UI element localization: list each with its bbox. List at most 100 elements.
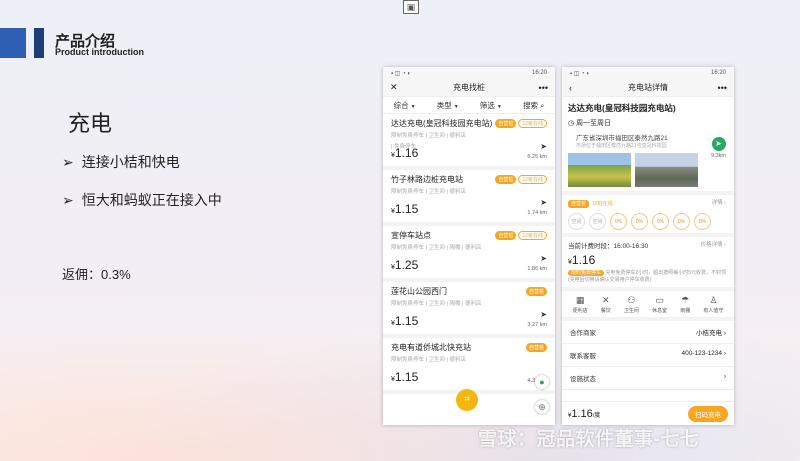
arrow-bullet-icon: ➢ (62, 154, 74, 170)
station-distance[interactable]: ➤ 1.74 km (527, 198, 547, 216)
station-price: ¥1.25 (391, 258, 419, 272)
search-icon: ⌕ (540, 100, 545, 110)
phone-screen-station-detail: ▪ ◫ ◔ ◐ 16:20 ‹ 充电站详情 ••• 达达充电(皇冠科技园充电站)… (562, 67, 734, 425)
station-item[interactable]: 充电有道侨城北快充站 自营桩 限制免费停车 | 卫生间 | 便利店 ¥1.15 … (383, 338, 555, 394)
back-icon[interactable]: ‹ (569, 83, 572, 93)
station-distance[interactable]: ➤ 3.27 km (527, 310, 547, 328)
more-icon[interactable]: ••• (718, 83, 727, 93)
rebate-text: 返佣：0.3% (62, 267, 131, 282)
chevron-down-icon: ▼ (496, 103, 502, 110)
slide-main-title: 充电 (68, 111, 113, 136)
parking-notice: 限时免费停车 充电免费停车2小时，超出按照每小时5元收费，不封顶 (充电后切换请… (568, 270, 726, 283)
locate-icon[interactable]: ⊕ (535, 400, 549, 414)
header-accent-bar (34, 28, 44, 58)
pile-status: 空闲 (589, 213, 606, 230)
navigation-arrow-icon: ➤ (540, 310, 547, 319)
current-price: ¥1.16 (568, 253, 596, 267)
status-time: 16:20 (710, 70, 726, 76)
station-photo[interactable] (635, 153, 698, 187)
station-badges: 自营桩 12桩在线 (495, 119, 547, 128)
station-price: ¥1.15 (391, 314, 419, 328)
navigation-arrow-icon: ➤ (540, 254, 547, 263)
station-item[interactable]: 莲花山公园西门 自营桩 限制免费停车 | 卫生间 | 隔楼 | 便利店 ¥1.1… (383, 282, 555, 338)
bullet-item: ➢ 恒大和蚂蚁正在接入中 (62, 192, 222, 208)
filter-sort[interactable]: 综合 ▼ (394, 100, 416, 111)
station-price: ¥1.15 (391, 370, 419, 384)
station-address: 广东省深圳市福田区泰然九路21 市场位于福田区泰然九路21号皇冠科技园 (576, 135, 668, 149)
station-name: 达达充电(皇冠科技园充电站) (568, 103, 676, 113)
partner-row[interactable]: 合作商家 小桔充电 › (562, 321, 734, 344)
opening-hours: ◷ 周一至周日 (568, 120, 612, 127)
amenities: ▦ 便利店 ✕ 餐饮 ⚇ 卫生间 ▭ 休息室 ☂ 雨棚 ♙ 有人值守 (562, 291, 734, 317)
station-distance[interactable]: ➤ 1.86 km (527, 254, 547, 272)
map-pin-icon: ➤ (711, 137, 726, 151)
nav-bar: ‹ 充电站详情 ••• (562, 79, 734, 97)
filter-type[interactable]: 类型 ▼ (437, 100, 459, 111)
bottom-action-bar: ¥1.16/度 扫码充电 (562, 401, 734, 425)
station-item[interactable]: 竹子林路边桩充电站 自营桩 12桩在线 限制免费停车 | 卫生间 | 便利店 ¥1… (383, 170, 555, 226)
navigation-arrow-icon: ➤ (540, 198, 547, 207)
scan-charge-button[interactable]: 扫码充电 (688, 405, 728, 422)
amenity-food: ✕ 餐饮 (600, 295, 611, 314)
facility-row[interactable]: 设施状态 › (562, 367, 734, 390)
nav-title: 充电站详情 (628, 83, 668, 92)
station-distance[interactable]: ➤ 9.3km (711, 137, 726, 159)
station-photo[interactable] (568, 153, 631, 187)
umbrella-icon: ☂ (681, 295, 690, 305)
filter-bar: 综合 ▼ 类型 ▼ 筛选 ▼ 搜索 ⌕ (383, 97, 555, 114)
phone-screen-station-list: ▪ ◫ ◔ ◐ 16:20 ✕ 充电找桩 ••• 综合 ▼ 类型 ▼ 筛选 ▼ 搜索 … (383, 67, 555, 425)
status-bar: ▪ ◫ ◔ ◐ 16:20 (562, 67, 734, 79)
header-accent-block (0, 28, 26, 58)
service-row[interactable]: 联系客服 400-123-1234 › (562, 344, 734, 367)
station-photos (562, 149, 734, 191)
status-icons: ▪ ◫ ◔ ◐ (570, 70, 591, 77)
pile-status: 0% (694, 213, 711, 230)
navigation-arrow-icon: ➤ (540, 142, 547, 151)
amenity-lounge: ▭ 休息室 (652, 295, 668, 314)
amenity-restroom: ⚇ 卫生间 (623, 295, 639, 314)
more-icon[interactable]: ••• (539, 83, 548, 93)
scan-button[interactable]: ⌗ (456, 389, 478, 411)
station-price: ¥1.15 (391, 202, 419, 216)
station-item[interactable]: 达达充电(皇冠科技园充电站) 自营桩 12桩在线 限制免费停车 | 卫生间 | 便… (383, 114, 555, 170)
chevron-down-icon: ▼ (410, 103, 416, 110)
amenity-staffed: ♙ 有人值守 (703, 295, 724, 314)
station-badges: 自营桩 12桩在线 (495, 231, 547, 240)
pile-status: 0% (610, 213, 627, 230)
pile-detail-link[interactable]: 详情 › (712, 198, 726, 206)
image-placeholder-icon: ▣ (403, 0, 419, 14)
arrow-bullet-icon: ➢ (62, 192, 74, 208)
pile-status: 空闲 (568, 213, 585, 230)
chevron-down-icon: ▼ (453, 103, 459, 110)
clock-icon: ◷ (568, 120, 575, 127)
station-price: ¥1.16 (391, 146, 419, 160)
amenity-store: ▦ 便利店 (572, 295, 588, 314)
pile-status-list: 空闲 空闲 0% 0% 0% 0% 0% (562, 210, 734, 233)
station-distance[interactable]: ➤ 6.25 km (527, 142, 547, 160)
close-icon[interactable]: ✕ (390, 82, 398, 93)
filter-screen[interactable]: 筛选 ▼ (480, 100, 502, 111)
store-icon: ▦ (575, 295, 585, 305)
scan-icon: ⌗ (464, 394, 470, 405)
bottom-price: ¥1.16/度 (568, 407, 601, 420)
nav-title: 充电找桩 (453, 83, 485, 92)
pile-status: 0% (673, 213, 690, 230)
billing-period: 当前计费时段：16:00-16:30 价格详情 › (568, 240, 726, 250)
status-icons: ▪ ◫ ◔ ◐ (391, 70, 412, 77)
station-badges: 自营桩 12桩在线 (495, 175, 547, 184)
price-detail-link[interactable]: 价格详情 › (701, 240, 726, 248)
station-badges: 自营桩 (525, 343, 547, 352)
station-item[interactable]: 宣停车站点 自营桩 12桩在线 限制免费停车 | 卫生间 | 隔楼 | 便利店 ¥… (383, 226, 555, 282)
status-time: 16:20 (531, 70, 547, 76)
person-icon: ♙ (709, 295, 718, 305)
utensils-icon: ✕ (601, 295, 610, 305)
filter-search[interactable]: 搜索 ⌕ (523, 100, 544, 111)
status-bar: ▪ ◫ ◔ ◐ 16:20 (383, 67, 555, 79)
pile-status: 0% (631, 213, 648, 230)
map-pin-icon[interactable]: ● (535, 375, 549, 389)
amenity-canopy: ☂ 雨棚 (680, 295, 691, 314)
watermark-text: 雪球：冠品软件董事-七七 (478, 429, 700, 450)
nav-bar: ✕ 充电找桩 ••• (383, 79, 555, 97)
sofa-icon: ▭ (655, 295, 664, 305)
section-subtitle: Product introduction (55, 47, 144, 57)
